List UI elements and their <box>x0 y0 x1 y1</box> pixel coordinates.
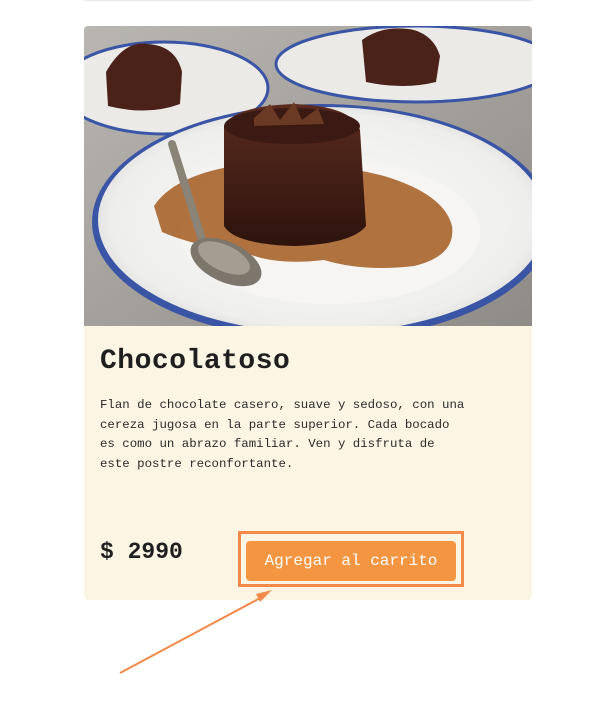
arrow-shaft <box>119 595 265 674</box>
product-description: Flan de chocolate casero, suave y sedoso… <box>100 398 465 471</box>
product-card: Chocolatoso Flan de chocolate casero, su… <box>84 26 532 600</box>
top-divider <box>84 0 532 1</box>
add-to-cart-button[interactable]: Agregar al carrito <box>246 541 456 581</box>
product-image <box>84 26 532 326</box>
product-title: Chocolatoso <box>100 346 291 377</box>
product-price: $ 2990 <box>100 539 183 565</box>
